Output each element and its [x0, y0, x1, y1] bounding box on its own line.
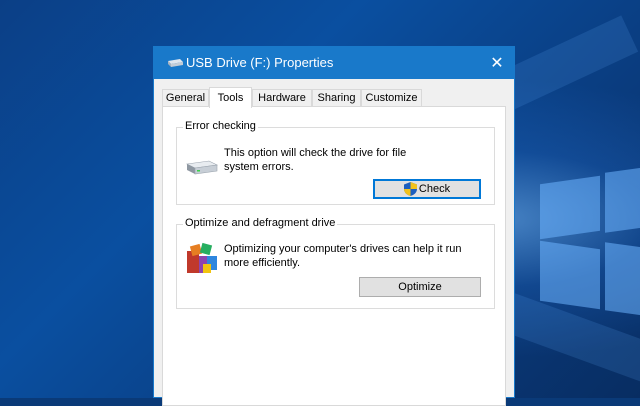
- close-button[interactable]: ✕: [480, 47, 514, 79]
- uac-shield-icon: [403, 182, 417, 196]
- defrag-icon: [187, 242, 217, 273]
- close-icon: ✕: [490, 55, 504, 72]
- tab-sharing[interactable]: Sharing: [312, 89, 361, 106]
- windows-logo-pane: [540, 175, 600, 240]
- error-checking-description: This option will check the drive for fil…: [224, 147, 407, 159]
- error-checking-group: Error checking This option will check th…: [176, 120, 495, 205]
- check-button[interactable]: Check: [373, 179, 481, 199]
- windows-logo-pane: [540, 240, 600, 310]
- title-bar[interactable]: USB Drive (F:) Properties ✕: [154, 47, 514, 79]
- optimize-description: Optimizing your computer's drives can he…: [224, 243, 462, 255]
- optimize-button-label: Optimize: [398, 281, 442, 293]
- optimize-button[interactable]: Optimize: [359, 277, 481, 297]
- drive-icon: [186, 160, 218, 175]
- tab-tools[interactable]: Tools: [209, 87, 252, 108]
- properties-dialog: USB Drive (F:) Properties ✕ General Tool…: [153, 46, 515, 406]
- optimize-description: more efficiently.: [224, 257, 301, 269]
- optimize-heading: Optimize and defragment drive: [183, 217, 338, 229]
- tab-general[interactable]: General: [162, 89, 209, 106]
- tools-tab-panel: Error checking This option will check th…: [162, 106, 506, 406]
- window-title: USB Drive (F:) Properties: [186, 55, 334, 70]
- error-checking-heading: Error checking: [183, 120, 258, 132]
- tab-hardware[interactable]: Hardware: [252, 89, 312, 106]
- check-button-label: Check: [418, 183, 451, 195]
- usb-drive-icon: [168, 59, 183, 67]
- windows-logo-pane: [605, 242, 640, 316]
- error-checking-description: system errors.: [224, 161, 294, 173]
- tab-customize[interactable]: Customize: [361, 89, 422, 106]
- windows-logo-pane: [605, 167, 640, 233]
- optimize-group: Optimize and defragment drive Optimizing…: [176, 217, 495, 309]
